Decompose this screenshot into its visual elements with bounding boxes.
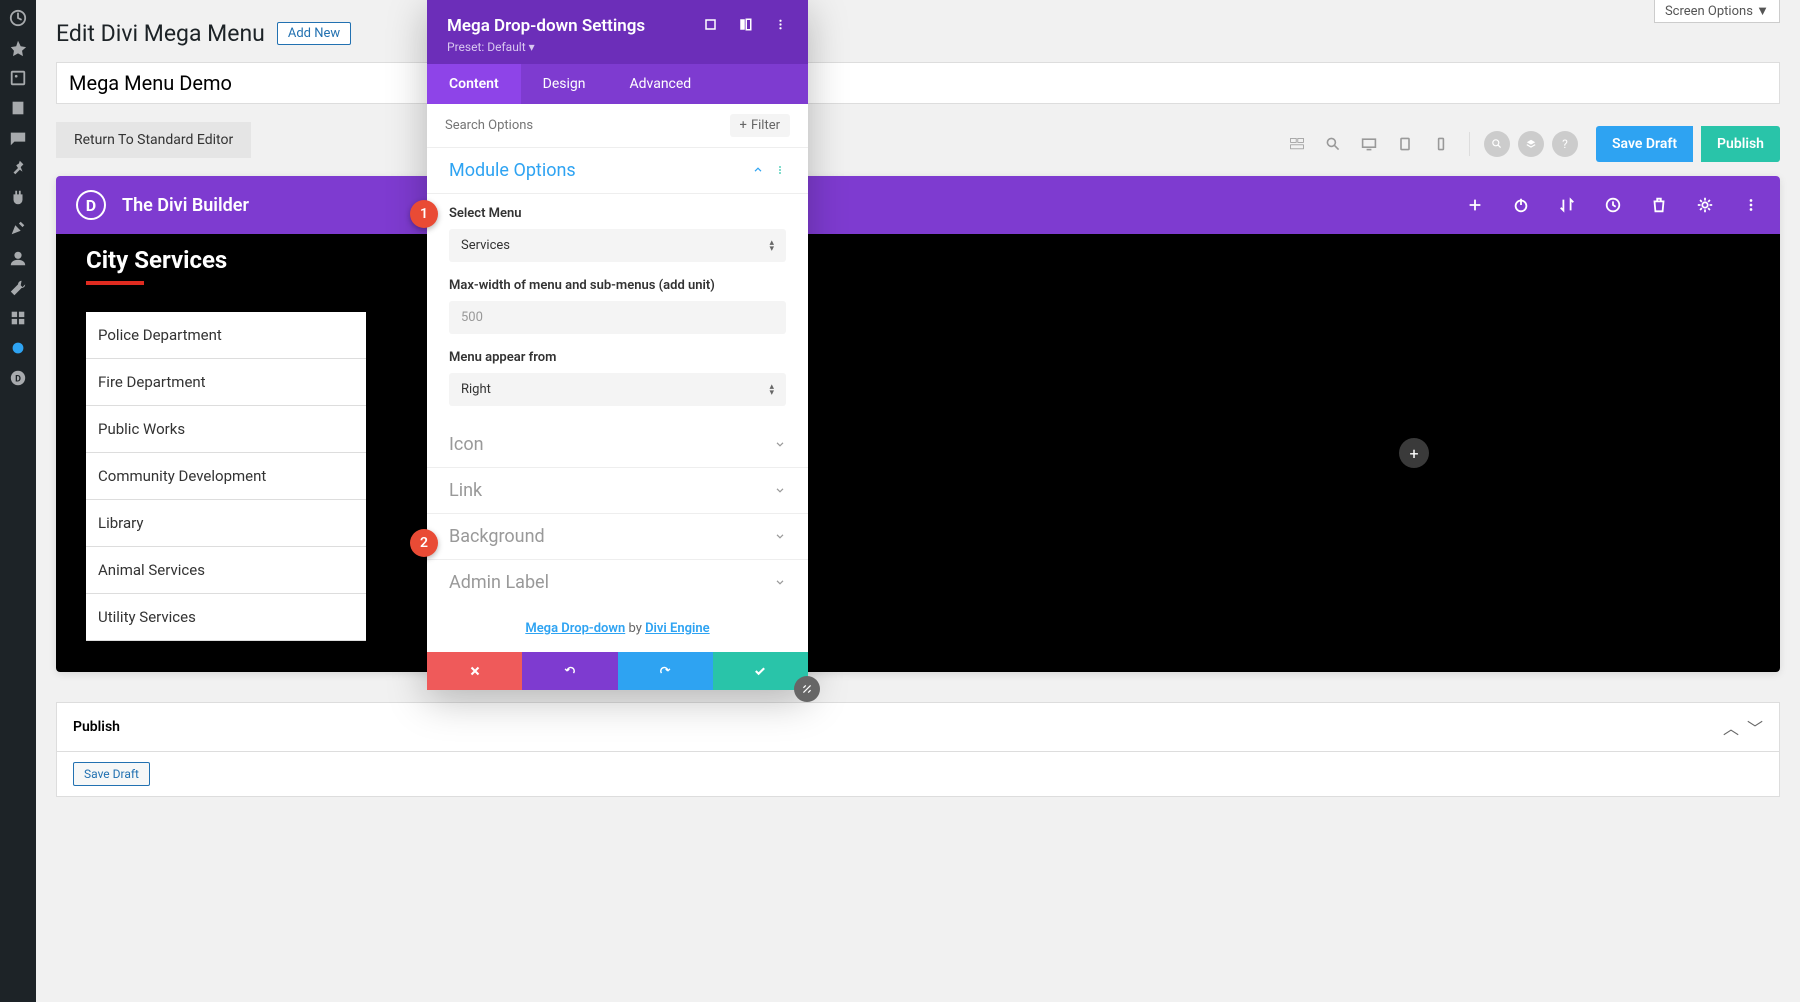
select-menu-dropdown[interactable]: Services ▴▾ — [449, 229, 786, 262]
add-icon[interactable] — [1466, 196, 1484, 214]
add-new-button[interactable]: Add New — [277, 22, 351, 45]
redo-button[interactable] — [618, 652, 713, 690]
resize-handle-icon[interactable] — [794, 676, 820, 702]
page-title: Edit Divi Mega Menu — [56, 20, 265, 47]
modal-tabs: Content Design Advanced — [427, 64, 808, 104]
select-menu-label: Select Menu — [449, 206, 786, 221]
appear-from-dropdown[interactable]: Right ▴▾ — [449, 373, 786, 406]
preview-menu-list: Police DepartmentFire DepartmentPublic W… — [86, 312, 366, 641]
history-icon[interactable] — [1604, 196, 1622, 214]
preset-selector[interactable]: Preset: Default ▾ — [447, 40, 788, 54]
post-title-input[interactable] — [56, 62, 1780, 104]
chevron-up-icon — [752, 161, 764, 180]
search-options-input[interactable] — [445, 118, 720, 133]
section-link[interactable]: Link — [449, 480, 786, 501]
filter-button[interactable]: +Filter — [730, 114, 790, 137]
chevron-down-icon — [774, 481, 786, 500]
tab-design[interactable]: Design — [521, 64, 608, 104]
publish-box-title: Publish — [73, 719, 120, 735]
preview-menu-item[interactable]: Library — [86, 500, 366, 547]
main-content: Edit Divi Mega Menu Add New Return To St… — [36, 0, 1800, 797]
plugins-icon[interactable] — [8, 188, 28, 208]
layers-circle-icon[interactable] — [1518, 131, 1544, 157]
wp-admin-sidebar: D — [0, 0, 36, 1002]
divi-engine-link[interactable]: Divi Engine — [645, 621, 710, 636]
media-icon[interactable] — [8, 68, 28, 88]
tab-advanced[interactable]: Advanced — [608, 64, 714, 104]
comments-icon[interactable] — [8, 128, 28, 148]
add-column-button[interactable]: + — [1399, 438, 1429, 468]
section-module-options[interactable]: Module Options — [449, 160, 786, 181]
mega-dropdown-settings-modal: Mega Drop-down Settings Preset: Default … — [427, 0, 808, 690]
chevron-down-icon — [774, 435, 786, 454]
pages-icon[interactable] — [8, 98, 28, 118]
wireframe-icon[interactable] — [1283, 130, 1311, 158]
users-icon[interactable] — [8, 248, 28, 268]
preview-menu-item[interactable]: Public Works — [86, 406, 366, 453]
return-standard-editor-button[interactable]: Return To Standard Editor — [56, 122, 251, 158]
builder-toolbar: ? Save Draft Publish — [1283, 126, 1780, 162]
trash-icon[interactable] — [1650, 196, 1668, 214]
annotation-badge-1: 1 — [410, 200, 438, 228]
divi-logo-icon: D — [76, 190, 106, 220]
svg-text:D: D — [15, 375, 21, 385]
undo-button[interactable] — [522, 652, 617, 690]
power-icon[interactable] — [1512, 196, 1530, 214]
gear-icon[interactable] — [1696, 196, 1714, 214]
preview-menu-item[interactable]: Utility Services — [86, 594, 366, 641]
tab-content[interactable]: Content — [427, 64, 521, 104]
annotation-badge-2: 2 — [410, 529, 438, 557]
more-icon[interactable] — [1742, 196, 1760, 214]
chevron-down-icon[interactable]: ﹀ — [1747, 715, 1763, 739]
preview-menu-item[interactable]: Fire Department — [86, 359, 366, 406]
preview-heading: City Services — [86, 246, 366, 282]
select-arrows-icon: ▴▾ — [769, 384, 774, 396]
menu-dots-icon[interactable] — [774, 161, 786, 180]
pin-icon[interactable] — [8, 38, 28, 58]
chevron-down-icon — [774, 573, 786, 592]
modal-title: Mega Drop-down Settings — [447, 16, 645, 36]
dashboard-icon[interactable] — [8, 8, 28, 28]
more-vertical-icon[interactable] — [773, 17, 788, 36]
appear-from-label: Menu appear from — [449, 350, 786, 365]
max-width-label: Max-width of menu and sub-menus (add uni… — [449, 278, 786, 293]
divi-builder-frame: D The Divi Builder City Services Police … — [56, 176, 1780, 672]
section-background[interactable]: Background — [449, 526, 786, 547]
save-draft-small-button[interactable]: Save Draft — [73, 762, 150, 786]
cancel-button[interactable] — [427, 652, 522, 690]
mega-dropdown-link[interactable]: Mega Drop-down — [525, 621, 625, 636]
search-circle-icon[interactable] — [1484, 131, 1510, 157]
divi-preview-area: City Services Police DepartmentFire Depa… — [56, 234, 1780, 672]
publish-button[interactable]: Publish — [1701, 126, 1780, 162]
chevron-down-icon — [774, 527, 786, 546]
save-draft-button[interactable]: Save Draft — [1596, 126, 1693, 162]
tablet-icon[interactable] — [1391, 130, 1419, 158]
preview-menu-item[interactable]: Community Development — [86, 453, 366, 500]
tools-icon[interactable] — [8, 278, 28, 298]
select-arrows-icon: ▴▾ — [769, 240, 774, 252]
appearance-icon[interactable] — [8, 218, 28, 238]
max-width-input[interactable] — [449, 301, 786, 334]
preview-menu-item[interactable]: Animal Services — [86, 547, 366, 594]
publish-box-toggle[interactable]: ︿ ﹀ — [1723, 715, 1763, 739]
settings-icon[interactable] — [8, 308, 28, 328]
pin2-icon[interactable] — [8, 158, 28, 178]
help-circle-icon[interactable]: ? — [1552, 131, 1578, 157]
expand-icon[interactable] — [703, 17, 718, 36]
chevron-up-icon[interactable]: ︿ — [1723, 715, 1739, 739]
desktop-icon[interactable] — [1355, 130, 1383, 158]
section-icon[interactable]: Icon — [449, 434, 786, 455]
divi-builder-header: D The Divi Builder — [56, 176, 1780, 234]
section-admin-label[interactable]: Admin Label — [449, 572, 786, 593]
phone-icon[interactable] — [1427, 130, 1455, 158]
publish-metabox: Publish ︿ ﹀ Save Draft — [56, 702, 1780, 797]
toolbar-divider — [1469, 132, 1470, 156]
divi-d-icon[interactable]: D — [8, 368, 28, 388]
snap-icon[interactable] — [738, 17, 753, 36]
zoom-icon[interactable] — [1319, 130, 1347, 158]
preview-menu-item[interactable]: Police Department — [86, 312, 366, 359]
sort-icon[interactable] — [1558, 196, 1576, 214]
modal-footer-credit: Mega Drop-down by Divi Engine — [427, 605, 808, 652]
divi-icon[interactable] — [8, 338, 28, 358]
